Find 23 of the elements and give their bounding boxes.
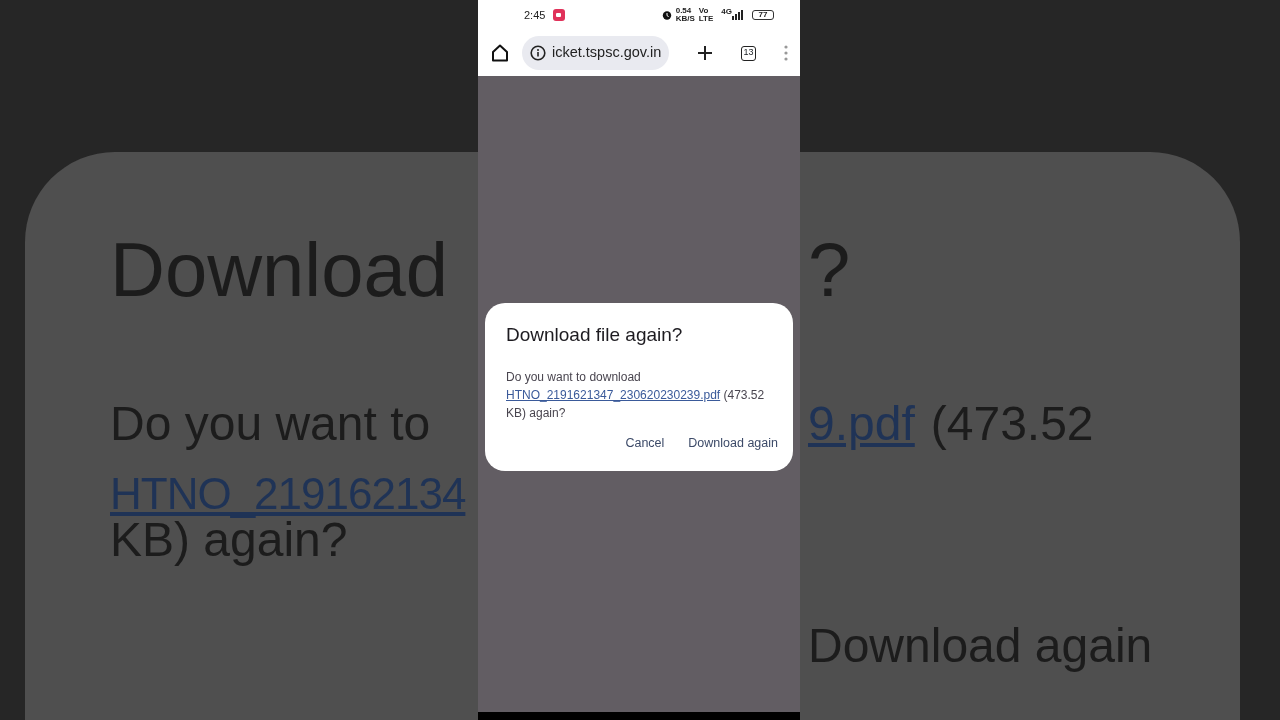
- network-type: 4G: [721, 8, 732, 16]
- info-icon: [530, 45, 546, 61]
- battery-level: 77: [758, 11, 768, 19]
- signal-icon: [732, 10, 744, 20]
- url-text: icket.tspsc.gov.in: [552, 43, 662, 63]
- cancel-button[interactable]: Cancel: [625, 429, 665, 457]
- alarm-icon: [661, 10, 672, 20]
- network-speed: 0.54: [675, 7, 693, 15]
- backdrop-title: ?: [808, 232, 851, 308]
- status-time: 2:45: [524, 7, 546, 23]
- tab-counter[interactable]: 13: [741, 45, 756, 61]
- volte-label: LTE: [698, 15, 714, 23]
- file-link[interactable]: HTNO_2191621347_230620230239.pdf: [506, 387, 721, 402]
- volte-label: Vo: [698, 7, 710, 15]
- dialog-message: Do you want to download HTNO_2191621347_230620230239.pdf (473.52 KB) again?: [506, 368, 766, 422]
- menu-icon[interactable]: [784, 45, 788, 61]
- address-bar[interactable]: icket.tspsc.gov.in: [522, 36, 670, 70]
- download-again-button[interactable]: Download again: [688, 429, 778, 457]
- dialog-title: Download file again?: [506, 323, 684, 348]
- network-speed-unit: KB/S: [675, 15, 695, 23]
- home-icon[interactable]: [490, 43, 510, 63]
- record-icon: [553, 9, 566, 21]
- plus-icon[interactable]: [697, 45, 713, 61]
